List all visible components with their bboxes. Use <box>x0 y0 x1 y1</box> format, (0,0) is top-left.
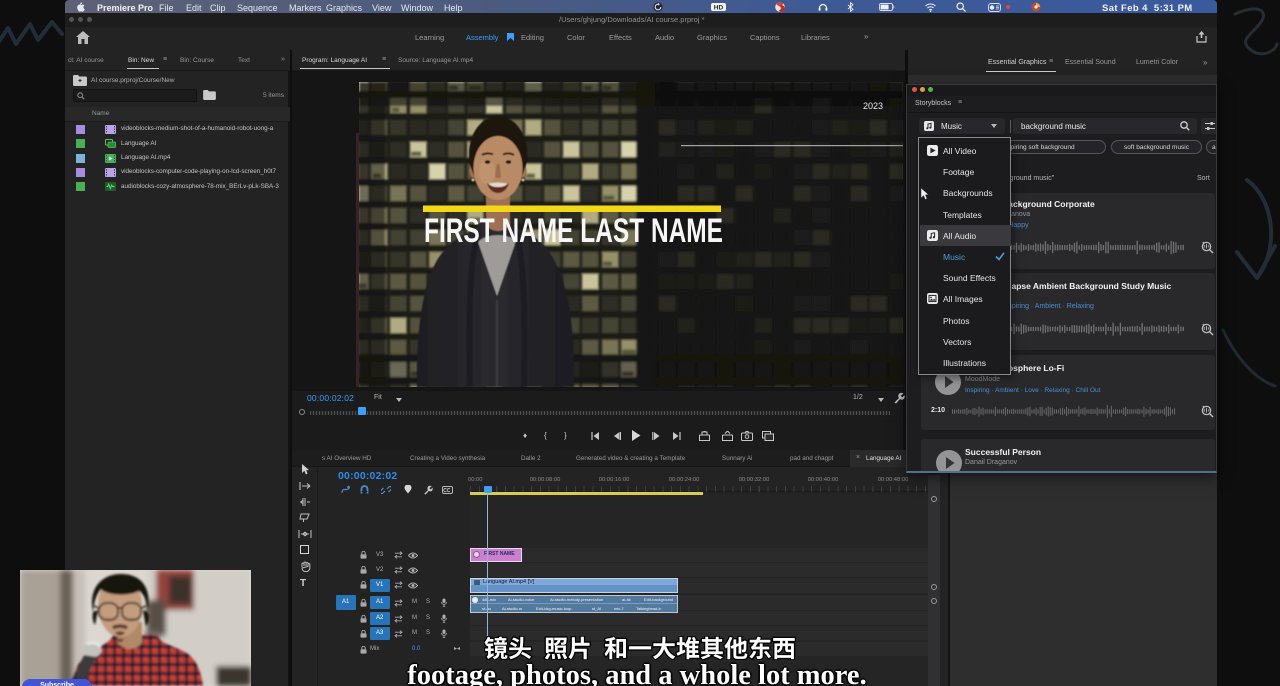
svg-text:FIRST NAME LAST NAME: FIRST NAME LAST NAME <box>424 212 723 250</box>
svg-text:2023: 2023 <box>863 101 883 111</box>
svg-text:HD: HD <box>714 4 724 11</box>
